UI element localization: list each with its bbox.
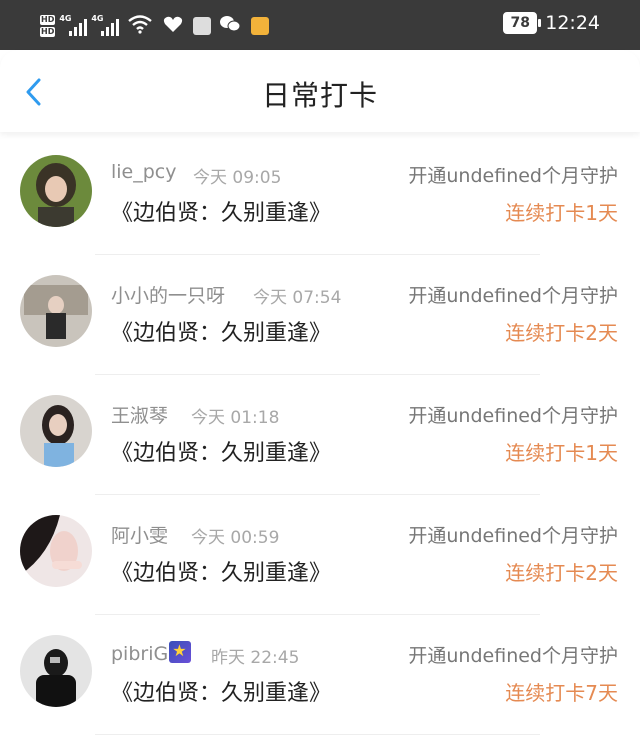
- guard-text: 开通undefined个月守护: [408, 645, 618, 667]
- network-label-2: 4G: [91, 14, 104, 23]
- hd-indicator: HD HD: [40, 14, 56, 38]
- timestamp: 今天 07:54: [253, 288, 342, 308]
- timestamp: 今天 01:18: [191, 408, 280, 428]
- streak-text: 连续打卡1天: [505, 441, 618, 465]
- list-item[interactable]: 小小的一只呀 今天 07:54 《边伯贤：久别重逢》 开通undefined个月…: [0, 255, 640, 375]
- streak-text: 连续打卡1天: [505, 201, 618, 225]
- timestamp: 今天 09:05: [193, 168, 282, 188]
- book-title[interactable]: 《边伯贤：久别重逢》: [111, 195, 331, 227]
- timestamp: 昨天 22:45: [211, 648, 300, 668]
- hd-label-1: HD: [40, 15, 56, 25]
- status-left: HD HD 4G 4G: [40, 14, 270, 38]
- signal-icon-1: 4G: [59, 14, 88, 36]
- username[interactable]: 王淑琴: [111, 401, 168, 428]
- app-notification-icon: [251, 17, 270, 35]
- book-title[interactable]: 《边伯贤：久别重逢》: [111, 435, 331, 467]
- wechat-icon: [219, 15, 241, 37]
- guard-text: 开通undefined个月守护: [408, 525, 618, 547]
- list-item[interactable]: 王淑琴 今天 01:18 《边伯贤：久别重逢》 开通undefined个月守护 …: [0, 375, 640, 495]
- streak-text: 连续打卡2天: [505, 561, 618, 585]
- guard-text: 开通undefined个月守护: [408, 165, 618, 187]
- book-title[interactable]: 《边伯贤：久别重逢》: [111, 555, 331, 587]
- streak-text: 连续打卡2天: [505, 321, 618, 345]
- list-item[interactable]: pibriG 昨天 22:45 《边伯贤：久别重逢》 开通undefined个月…: [0, 615, 640, 735]
- network-label-1: 4G: [59, 14, 72, 23]
- guard-text: 开通undefined个月守护: [408, 285, 618, 307]
- wifi-icon: [127, 14, 153, 38]
- signal-icon-2: 4G: [91, 14, 120, 36]
- status-bar: HD HD 4G 4G 78 12:24: [0, 0, 640, 50]
- username[interactable]: lie_pcy: [111, 161, 177, 183]
- health-icon: [163, 15, 183, 37]
- status-right: 78 12:24: [503, 12, 600, 34]
- guard-text: 开通undefined个月守护: [408, 405, 618, 427]
- list-item[interactable]: lie_pcy 今天 09:05 《边伯贤：久别重逢》 开通undefined个…: [0, 135, 640, 255]
- nav-header: 日常打卡: [0, 50, 640, 132]
- avatar[interactable]: [20, 275, 92, 347]
- avatar[interactable]: [20, 155, 92, 227]
- username[interactable]: pibriG: [111, 641, 192, 665]
- avatar[interactable]: [20, 515, 92, 587]
- username[interactable]: 小小的一只呀: [111, 281, 225, 308]
- hd-label-2: HD: [40, 27, 56, 37]
- timestamp: 今天 00:59: [191, 528, 280, 548]
- avatar[interactable]: [20, 395, 92, 467]
- rocket-emoji-icon: [169, 641, 192, 663]
- streak-text: 连续打卡7天: [505, 681, 618, 705]
- clock: 12:24: [545, 12, 600, 34]
- gallery-icon: [193, 17, 212, 35]
- page-title: 日常打卡: [261, 79, 378, 112]
- checkin-list: lie_pcy 今天 09:05 《边伯贤：久别重逢》 开通undefined个…: [0, 135, 640, 735]
- username-text: pibriG: [111, 643, 169, 665]
- battery-icon: 78: [503, 12, 542, 34]
- divider: [95, 734, 540, 735]
- book-title[interactable]: 《边伯贤：久别重逢》: [111, 675, 331, 707]
- list-item[interactable]: 阿小雯 今天 00:59 《边伯贤：久别重逢》 开通undefined个月守护 …: [0, 495, 640, 615]
- avatar[interactable]: [20, 635, 92, 707]
- username[interactable]: 阿小雯: [111, 521, 168, 548]
- book-title[interactable]: 《边伯贤：久别重逢》: [111, 315, 331, 347]
